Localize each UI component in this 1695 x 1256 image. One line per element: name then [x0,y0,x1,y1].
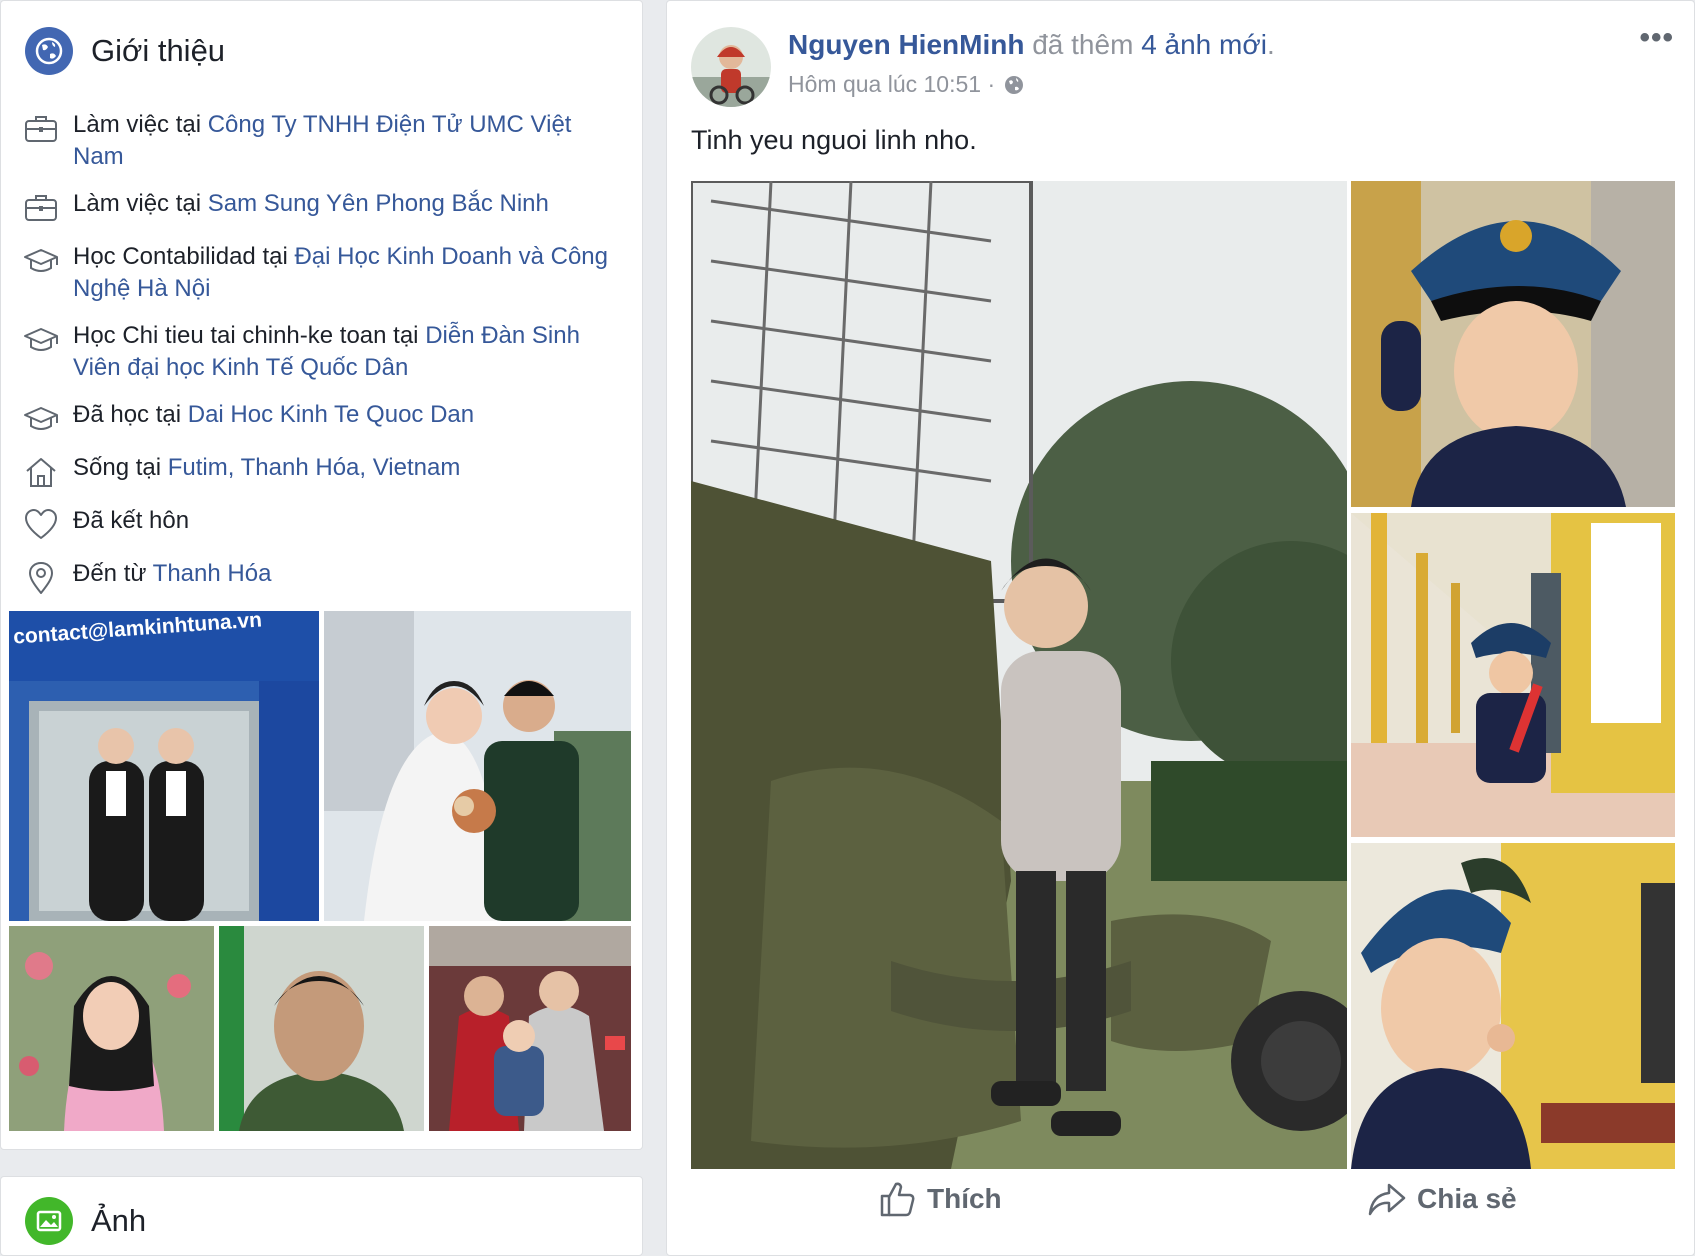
globe-icon [25,27,73,75]
intro-item-study-1: Học Contabilidad tại Đại Học Kinh Doanh … [23,241,613,305]
intro-item-text: Đã học tại Dai Hoc Kinh Te Quoc Dan [73,399,474,431]
graduation-cap-icon [24,328,58,351]
intro-item-study-2: Học Chi tieu tai chinh-ke toan tại Diễn … [23,320,613,384]
briefcase-icon [25,116,57,142]
intro-item-lives-in: Sống tại Futim, Thanh Hóa, Vietnam [23,452,613,490]
intro-item-prefix: Đến từ [73,560,153,587]
intro-item-prefix: Sống tại [73,454,168,481]
workplace-link[interactable]: Sam Sung Yên Phong Bắc Ninh [208,190,549,217]
photos-header: Ảnh [25,1197,146,1245]
intro-item-studied: Đã học tại Dai Hoc Kinh Te Quoc Dan [23,399,613,437]
share-arrow-icon [1368,1183,1406,1216]
intro-item-prefix: Làm việc tại [73,111,208,138]
post-meta: Hôm qua lúc 10:51 · [788,71,1025,98]
location-pin-icon [29,562,53,594]
intro-item-text: Làm việc tại Công Ty TNHH Điện Tử UMC Vi… [73,109,613,173]
graduation-cap-icon [24,407,58,430]
share-label: Chia sẻ [1417,1183,1517,1214]
photos-card: Ảnh [0,1176,643,1256]
heart-icon [25,509,57,539]
intro-item-relationship: Đã kết hôn [23,505,613,543]
photos-title: Ảnh [91,1203,147,1238]
briefcase-icon [25,195,57,221]
featured-photo-wedding[interactable] [324,611,631,921]
featured-photo-portrait-woman[interactable] [9,926,214,1131]
photo-icon [25,1197,73,1245]
school-link[interactable]: Dai Hoc Kinh Te Quoc Dan [188,401,474,428]
intro-item-text: Đã kết hôn [73,505,189,537]
intro-item-text: Đến từ Thanh Hóa [73,558,271,590]
hometown-link[interactable]: Thanh Hóa [153,560,272,587]
thumbs-up-icon [880,1182,915,1217]
intro-header: Giới thiệu [25,27,225,75]
current-city-link[interactable]: Futim, Thanh Hóa, Vietnam [168,454,461,481]
post-text: Tinh yeu nguoi linh nho. [691,125,977,155]
featured-photo-office[interactable]: contact@lamkinhtuna.vn [9,611,319,921]
post-photo-cap[interactable] [1351,181,1675,507]
post-photo-profile[interactable] [1351,843,1675,1169]
relationship-status: Đã kết hôn [73,507,190,534]
graduation-cap-icon [24,249,58,272]
intro-item-work-umc: Làm việc tại Công Ty TNHH Điện Tử UMC Vi… [23,109,613,173]
intro-item-prefix: Học Contabilidad tại [73,243,295,270]
intro-item-work-samsung: Làm việc tại Sam Sung Yên Phong Bắc Ninh [23,188,613,226]
intro-item-hometown: Đến từ Thanh Hóa [23,558,613,596]
post-options-button[interactable]: ••• [1639,21,1674,55]
home-icon [26,458,56,487]
intro-list: Làm việc tại Công Ty TNHH Điện Tử UMC Vi… [23,109,613,611]
intro-item-text: Sống tại Futim, Thanh Hóa, Vietnam [73,452,460,484]
featured-photo-family[interactable] [429,926,631,1131]
intro-item-text: Làm việc tại Sam Sung Yên Phong Bắc Ninh [73,188,549,220]
post-header-line: Nguyen HienMinh đã thêm 4 ảnh mới. [788,29,1275,61]
post-photo-main[interactable] [691,181,1347,1169]
privacy-globe-icon[interactable] [1003,74,1025,96]
featured-photo-portrait-soldier[interactable] [219,926,424,1131]
intro-title: Giới thiệu [91,33,226,68]
post-action-period: . [1266,29,1275,60]
intro-item-text: Học Contabilidad tại Đại Học Kinh Doanh … [73,241,613,305]
intro-item-prefix: Làm việc tại [73,190,208,217]
like-label: Thích [927,1183,1002,1214]
post-action-text: đã thêm [1024,29,1142,60]
intro-item-prefix: Đã học tại [73,401,188,428]
post-timestamp[interactable]: Hôm qua lúc 10:51 · [788,71,995,98]
intro-item-text: Học Chi tieu tai chinh-ke toan tại Diễn … [73,320,613,384]
intro-item-prefix: Học Chi tieu tai chinh-ke toan tại [73,322,426,349]
share-button[interactable]: Chia sẻ [1367,1179,1517,1219]
new-photos-link[interactable]: 4 ảnh mới [1141,29,1267,60]
author-name-link[interactable]: Nguyen HienMinh [788,29,1024,60]
post-card: Nguyen HienMinh đã thêm 4 ảnh mới. Hôm q… [666,0,1695,1256]
intro-card: Giới thiệu Làm việc tại Công Ty TNHH Điệ… [0,0,643,1150]
author-avatar[interactable] [691,27,771,107]
like-button[interactable]: Thích [877,1179,1002,1219]
post-photo-corridor[interactable] [1351,513,1675,837]
